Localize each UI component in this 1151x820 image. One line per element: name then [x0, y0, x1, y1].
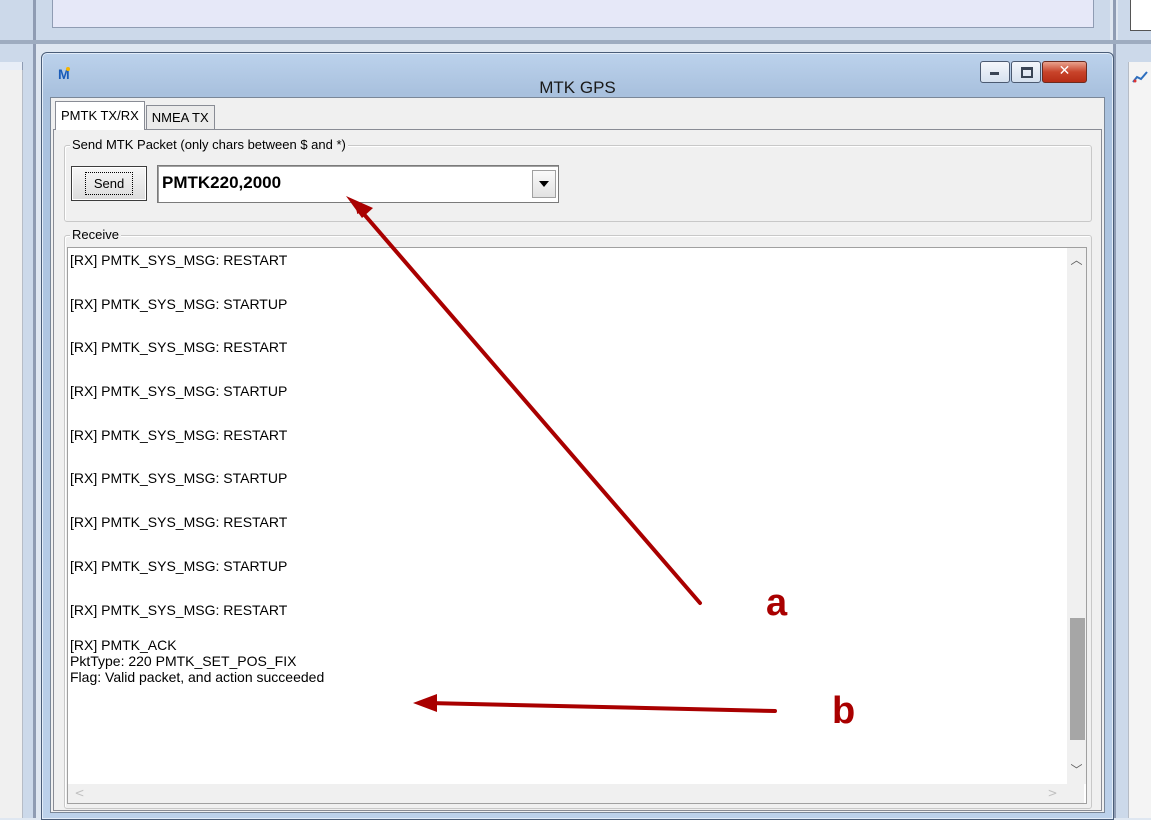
packet-input[interactable]: [162, 169, 527, 197]
log-line: [RX] PMTK_SYS_MSG: RESTART: [70, 601, 288, 618]
send-packet-group: Send MTK Packet (only chars between $ an…: [64, 137, 1092, 222]
scroll-right-icon[interactable]: >: [1043, 784, 1062, 803]
send-button-label: Send: [84, 172, 134, 195]
window-client-area: PMTK TX/RX NMEA TX Send MTK Packet (only…: [50, 97, 1105, 813]
background-left-pane: [0, 70, 23, 818]
log-line: [RX] PMTK_SYS_MSG: STARTUP: [70, 470, 288, 487]
splitter-top[interactable]: [0, 40, 1151, 44]
window-title: MTK GPS: [539, 78, 616, 97]
send-group-title: Send MTK Packet (only chars between $ an…: [70, 137, 348, 152]
ack-packet-type: PktType: 220 PMTK_SET_POS_FIX: [70, 653, 297, 669]
background-top-pane: [52, 0, 1094, 28]
ack-message-block: [RX] PMTK_ACK PktType: 220 PMTK_SET_POS_…: [70, 637, 324, 685]
background-top-right-pane: [1130, 0, 1151, 31]
tab-bar: PMTK TX/RX NMEA TX: [55, 100, 216, 130]
ack-line: [RX] PMTK_ACK: [70, 637, 177, 653]
receive-log[interactable]: [RX] PMTK_SYS_MSG: RESTART [RX] PMTK_SYS…: [67, 247, 1087, 804]
log-line: [RX] PMTK_SYS_MSG: RESTART: [70, 339, 288, 356]
tab-pmtk-txrx[interactable]: PMTK TX/RX: [55, 101, 145, 130]
send-button[interactable]: Send: [71, 166, 147, 201]
maximize-button[interactable]: [1011, 61, 1041, 83]
tab-nmea-tx[interactable]: NMEA TX: [145, 105, 215, 130]
tab-panel: Send MTK Packet (only chars between $ an…: [53, 129, 1102, 811]
chevron-down-icon: [539, 181, 549, 187]
annotation-label-a: a: [766, 582, 788, 624]
mtk-gps-window: M MTK GPS ✕ PMTK TX/RX NMEA TX Send MTK …: [41, 52, 1114, 820]
log-line: [RX] PMTK_SYS_MSG: RESTART: [70, 252, 288, 268]
chart-icon: [1132, 71, 1148, 83]
log-line: [RX] PMTK_SYS_MSG: STARTUP: [70, 383, 288, 400]
receive-group: Receive [RX] PMTK_SYS_MSG: RESTART [RX] …: [64, 227, 1092, 809]
close-button[interactable]: ✕: [1042, 61, 1087, 83]
splitter-left[interactable]: [33, 0, 36, 818]
annotation-label-b: b: [832, 690, 856, 732]
vertical-scroll-thumb[interactable]: [1070, 618, 1085, 740]
log-line: [RX] PMTK_SYS_MSG: RESTART: [70, 426, 288, 443]
packet-combobox[interactable]: [157, 165, 559, 203]
log-line: [RX] PMTK_SYS_MSG: STARTUP: [70, 295, 288, 312]
ack-flag: Flag: Valid packet, and action succeeded: [70, 669, 325, 685]
scroll-left-icon[interactable]: <: [70, 784, 89, 803]
minimize-button[interactable]: [980, 61, 1010, 83]
horizontal-scrollbar[interactable]: < >: [68, 784, 1084, 803]
log-line: [RX] PMTK_SYS_MSG: STARTUP: [70, 557, 288, 574]
scroll-up-icon[interactable]: ︿: [1067, 251, 1086, 270]
scroll-down-icon[interactable]: ﹀: [1067, 761, 1086, 780]
receive-group-title: Receive: [70, 227, 121, 242]
vertical-scrollbar[interactable]: ︿ ﹀: [1067, 248, 1086, 784]
combobox-dropdown-button[interactable]: [532, 170, 556, 198]
background-right-pane: [1128, 62, 1151, 818]
minimize-icon: [990, 72, 999, 75]
maximize-icon: [1021, 67, 1033, 78]
title-bar[interactable]: M MTK GPS ✕: [42, 53, 1113, 97]
close-icon: ✕: [1058, 63, 1071, 79]
log-lines: [RX] PMTK_SYS_MSG: RESTART [RX] PMTK_SYS…: [70, 252, 1060, 645]
log-line: [RX] PMTK_SYS_MSG: RESTART: [70, 514, 288, 531]
